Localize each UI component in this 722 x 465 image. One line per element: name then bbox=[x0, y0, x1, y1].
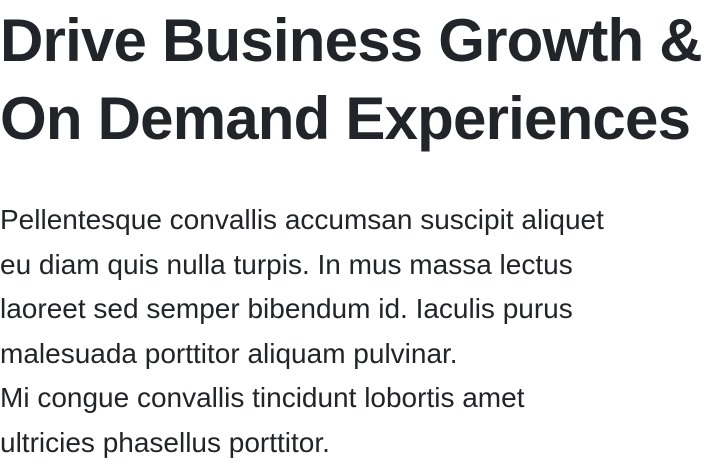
hero-paragraph-1-line: Pellentesque convallis accumsan suscipit… bbox=[0, 198, 722, 243]
hero-description: Pellentesque convallis accumsan suscipit… bbox=[0, 198, 722, 465]
hero-section: Drive Business Growth & On Demand Experi… bbox=[0, 0, 722, 462]
hero-paragraph-1-line: malesuada porttitor aliquam pulvinar. bbox=[0, 332, 722, 377]
hero-paragraph-1-line: laoreet sed semper bibendum id. Iaculis … bbox=[0, 287, 722, 332]
hero-heading: Drive Business Growth & On Demand Experi… bbox=[0, 2, 722, 158]
hero-paragraph-1-line: eu diam quis nulla turpis. In mus massa … bbox=[0, 243, 722, 288]
hero-paragraph-1: Pellentesque convallis accumsan suscipit… bbox=[0, 198, 722, 376]
hero-heading-line-2: On Demand Experiences bbox=[0, 80, 722, 158]
hero-paragraph-2-line: Mi congue convallis tincidunt lobortis a… bbox=[0, 376, 722, 421]
hero-paragraph-2-line: ultricies phasellus porttitor. bbox=[0, 421, 722, 465]
hero-paragraph-2: Mi congue convallis tincidunt lobortis a… bbox=[0, 376, 722, 465]
hero-heading-line-1: Drive Business Growth & bbox=[0, 2, 722, 80]
